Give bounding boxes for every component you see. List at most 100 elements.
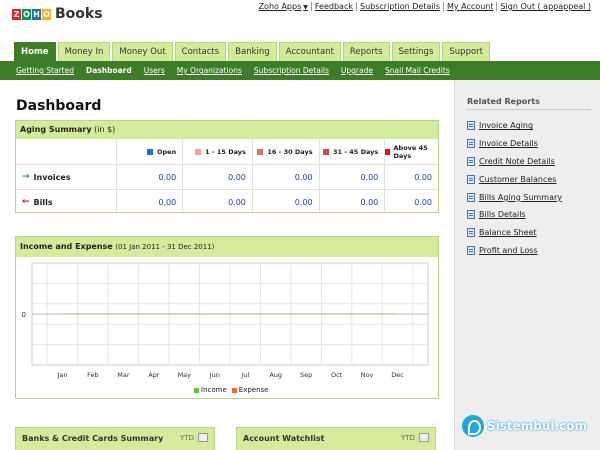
banks-toggle-button[interactable] (198, 433, 208, 442)
location-pin-icon (462, 415, 484, 437)
report-link-profit-and-loss[interactable]: Profit and Loss (467, 242, 562, 260)
logo-letter: H (32, 8, 41, 20)
report-link-invoice-aging[interactable]: Invoice Aging (467, 117, 562, 135)
income-expense-header: Income and Expense (01 Jan 2011 - 31 Dec… (16, 237, 438, 257)
income-expense-title: Income and Expense (20, 242, 113, 251)
tab-reports[interactable]: Reports (342, 42, 390, 61)
subnav-upgrade[interactable]: Upgrade (341, 66, 373, 75)
subnav-my-organizations[interactable]: My Organizations (177, 66, 242, 75)
watchlist-toggle-button[interactable] (419, 433, 429, 442)
page-title: Dashboard (16, 98, 102, 114)
aging-summary-header: Aging Summary (in $) (16, 121, 438, 139)
report-link-label[interactable]: Balance Sheet (479, 228, 537, 237)
aging-row-invoices: → Invoices 0.00 0.00 0.00 0.00 0.00 (16, 164, 438, 189)
arrow-right-icon: → (22, 172, 30, 182)
logo-letter: O (22, 8, 31, 20)
aging-summary-table: Open 1 - 15 Days 16 - 30 Days 31 - 45 Days A… (16, 139, 438, 214)
tab-money-in[interactable]: Money In (57, 42, 111, 61)
report-link-bills-details[interactable]: Bills Details (467, 206, 562, 224)
report-link-label[interactable]: Bills Aging Summary (479, 193, 562, 202)
report-link-label[interactable]: Profit and Loss (479, 246, 538, 255)
legend-swatch (147, 148, 153, 155)
legend-swatch (257, 148, 264, 155)
sign-out-link[interactable]: Sign Out ( appappeal ) (497, 2, 594, 11)
aging-row-name: Invoices (33, 172, 71, 182)
report-link-label[interactable]: Bills Details (479, 210, 526, 219)
report-link-balance-sheet[interactable]: Balance Sheet (467, 224, 562, 242)
aging-row-label: ← Bills (16, 190, 116, 214)
aging-column-label: 1 - 15 Days (205, 147, 246, 156)
aging-cell: 0.00 (115, 165, 183, 189)
report-link-bills-aging-summary[interactable]: Bills Aging Summary (467, 188, 562, 206)
report-link-invoice-details[interactable]: Invoice Details (467, 135, 562, 153)
income-expense-panel: Income and Expense (01 Jan 2011 - 31 Dec… (15, 236, 439, 399)
aging-corner (16, 139, 116, 164)
watermark: Sistembul.com (462, 415, 587, 437)
aging-column-label: 16 - 30 Days (267, 147, 313, 156)
aging-value-link[interactable]: 0.00 (158, 198, 176, 207)
aging-value-link[interactable]: 0.00 (295, 198, 313, 207)
aging-value-link[interactable]: 0.00 (158, 173, 176, 182)
report-link-label[interactable]: Customer Balances (479, 175, 556, 184)
aging-column-1-15-days: 1 - 15 Days (182, 139, 252, 164)
income-expense-range: (01 Jan 2011 - 31 Dec 2011) (115, 243, 215, 251)
y-tick-label: 0 (22, 311, 26, 319)
aging-value-link[interactable]: 0.00 (228, 173, 246, 182)
tab-banking[interactable]: Banking (228, 42, 277, 61)
report-icon (467, 121, 475, 131)
banks-summary-panel: Banks & Credit Cards Summary YTD (15, 427, 215, 450)
aging-column-16-30-days: 16 - 30 Days (251, 139, 319, 164)
aging-summary-unit: (in $) (94, 125, 116, 134)
tab-support[interactable]: Support (442, 42, 490, 61)
report-icon (467, 156, 475, 166)
subnav-subscription-details[interactable]: Subscription Details (254, 66, 329, 75)
report-icon (467, 174, 475, 184)
aging-cell: 0.00 (115, 190, 183, 214)
report-link-label[interactable]: Invoice Details (479, 139, 538, 148)
legend-item-income: Income (194, 386, 227, 394)
report-link-customer-balances[interactable]: Customer Balances (467, 170, 562, 188)
legend-swatch (323, 148, 329, 155)
tab-settings[interactable]: Settings (391, 42, 441, 61)
aging-value-link[interactable]: 0.00 (295, 173, 313, 182)
legend-swatch (195, 148, 202, 155)
tab-home[interactable]: Home (14, 42, 56, 61)
income-expense-chart: 0 Jan Feb Mar Apr May Jun Jul Aug Sep Oct Nov Dec (22, 262, 429, 379)
aging-value-link[interactable]: 0.00 (228, 198, 246, 207)
subscription-details-link[interactable]: Subscription Details (357, 2, 444, 11)
x-tick-label: Apr (148, 371, 160, 379)
report-icon (467, 245, 475, 255)
tab-contacts[interactable]: Contacts (174, 42, 227, 61)
subnav-snail-mail-credits[interactable]: Snail Mail Credits (385, 66, 450, 75)
aging-row-name: Bills (33, 197, 53, 207)
zoho-books-logo[interactable]: ZOHO Books (12, 6, 103, 22)
subnav-dashboard[interactable]: Dashboard (86, 66, 132, 75)
report-link-label[interactable]: Credit Note Details (479, 157, 555, 166)
aging-column-31-45-days: 31 - 45 Days (318, 139, 385, 164)
tab-accountant[interactable]: Accountant (278, 42, 341, 61)
related-reports-list: Invoice Aging Invoice Details Credit Note … (467, 117, 562, 259)
aging-summary-panel: Aging Summary (in $) Open 1 - 15 Days 16 -… (15, 120, 439, 214)
aging-value-link[interactable]: 0.00 (360, 173, 378, 182)
feedback-link[interactable]: Feedback (312, 2, 357, 11)
aging-value-link[interactable]: 0.00 (414, 198, 432, 207)
watchlist-ytd-label: YTD (401, 434, 415, 442)
tab-money-out[interactable]: Money Out (112, 42, 173, 61)
aging-cell: 0.00 (318, 190, 385, 214)
report-link-credit-note-details[interactable]: Credit Note Details (467, 153, 562, 171)
aging-cell: 0.00 (182, 190, 252, 214)
x-tick-label: Sep (300, 371, 312, 379)
subnav-users[interactable]: Users (144, 66, 165, 75)
subnav-getting-started[interactable]: Getting Started (16, 66, 74, 75)
report-link-label[interactable]: Invoice Aging (479, 121, 533, 130)
aging-column-label: Above 45 Days (393, 143, 428, 160)
top-links: Zoho Apps ▼ Feedback Subscription Details… (256, 2, 594, 11)
aging-value-link[interactable]: 0.00 (414, 173, 432, 182)
zoho-apps-link[interactable]: Zoho Apps ▼ (256, 2, 312, 11)
my-account-link[interactable]: My Account (444, 2, 498, 11)
legend-label: Expense (238, 386, 269, 394)
x-tick-label: Nov (361, 371, 374, 379)
report-icon (467, 192, 475, 202)
aging-value-link[interactable]: 0.00 (360, 198, 378, 207)
x-tick-label: Oct (331, 371, 343, 379)
